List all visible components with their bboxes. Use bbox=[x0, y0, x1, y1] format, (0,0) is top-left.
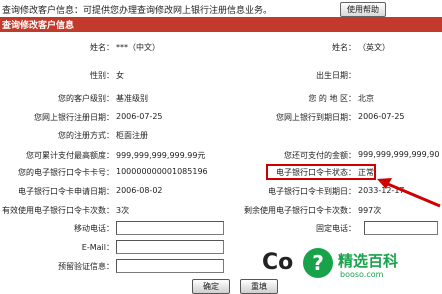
watermark-question-icon: ? bbox=[303, 248, 333, 278]
watermark-title: 精选百科 bbox=[338, 252, 399, 270]
watermark-url: booso.com bbox=[340, 270, 384, 279]
red-arrow-icon bbox=[377, 178, 441, 208]
watermark-text: Co bbox=[262, 250, 294, 275]
